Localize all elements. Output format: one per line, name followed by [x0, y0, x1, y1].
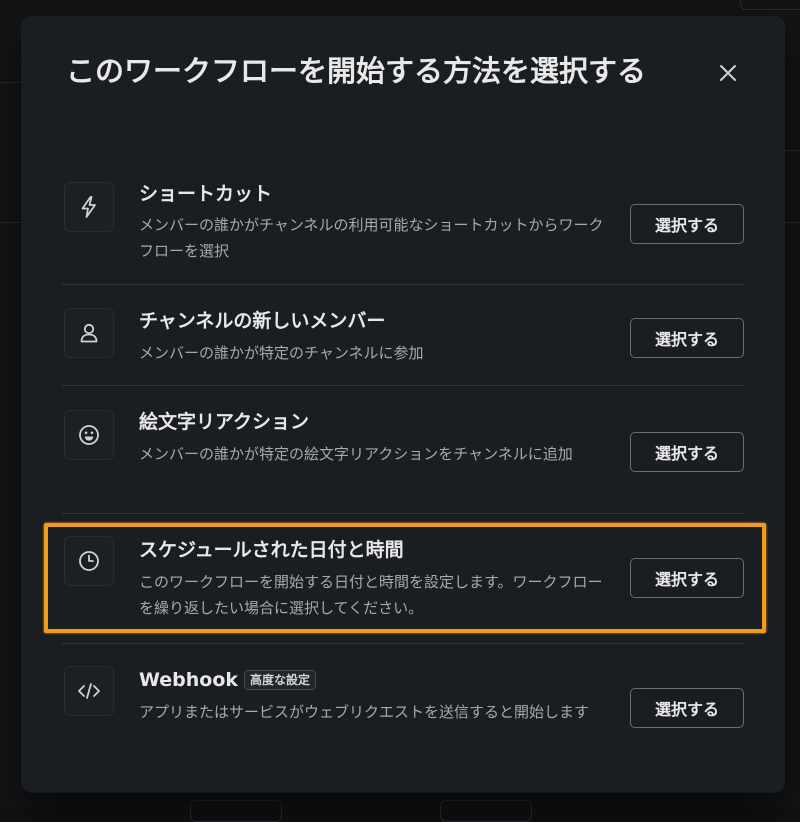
background-fragment: [440, 800, 532, 822]
background-divider: [784, 222, 800, 223]
select-button-scheduled[interactable]: 選択する: [630, 558, 744, 598]
option-title: ショートカット: [139, 183, 273, 205]
modal-title: このワークフローを開始する方法を選択する: [66, 54, 647, 88]
background-divider: [784, 150, 800, 151]
option-description: このワークフローを開始する日付と時間を設定します。ワークフローを繰り返したい場合…: [139, 573, 603, 617]
option-title: スケジュールされた日付と時間: [139, 539, 404, 561]
option-title: チャンネルの新しいメンバー: [139, 310, 386, 332]
option-title: 絵文字リアクション: [139, 411, 310, 433]
clock-icon: [64, 536, 114, 586]
option-title: Webhook 高度な設定: [139, 666, 317, 694]
select-button-emoji-reaction[interactable]: 選択する: [630, 432, 744, 472]
trigger-option-emoji-reaction: 絵文字リアクション メンバーの誰かが特定の絵文字リアクションをチャンネルに追加 …: [62, 386, 744, 514]
trigger-option-shortcut: ショートカット メンバーの誰かがチャンネルの利用可能なショートカットからワークフ…: [62, 177, 744, 285]
workflow-trigger-modal: このワークフローを開始する方法を選択する ショートカット メンバーの誰かがチャン…: [22, 17, 784, 792]
close-button[interactable]: [712, 57, 744, 89]
option-description: メンバーの誰かが特定の絵文字リアクションをチャンネルに追加: [139, 445, 573, 463]
option-description: メンバーの誰かが特定のチャンネルに参加: [139, 344, 424, 362]
option-description: アプリまたはサービスがウェブリクエストを送信すると開始します: [139, 703, 590, 721]
select-button-new-member[interactable]: 選択する: [630, 318, 744, 358]
smiley-icon: [64, 410, 114, 460]
trigger-option-webhook: Webhook 高度な設定 アプリまたはサービスがウェブリクエストを送信すると開…: [62, 644, 744, 764]
advanced-badge: 高度な設定: [244, 670, 317, 690]
background-fragment: [190, 800, 282, 822]
close-icon: [720, 65, 736, 81]
option-description: メンバーの誰かがチャンネルの利用可能なショートカットからワークフローを選択: [139, 216, 604, 260]
background-divider: [0, 222, 22, 223]
person-icon: [64, 308, 114, 358]
trigger-option-new-member: チャンネルの新しいメンバー メンバーの誰かが特定のチャンネルに参加 選択する: [62, 285, 744, 386]
background-divider: [0, 82, 22, 83]
trigger-option-list: ショートカット メンバーの誰かがチャンネルの利用可能なショートカットからワークフ…: [62, 177, 744, 764]
lightning-icon: [64, 182, 114, 232]
select-button-webhook[interactable]: 選択する: [630, 688, 744, 728]
background-fragment: [740, 0, 800, 10]
code-icon: [64, 666, 114, 716]
trigger-option-scheduled: スケジュールされた日付と時間 このワークフローを開始する日付と時間を設定します。…: [62, 514, 744, 644]
select-button-shortcut[interactable]: 選択する: [630, 204, 744, 244]
